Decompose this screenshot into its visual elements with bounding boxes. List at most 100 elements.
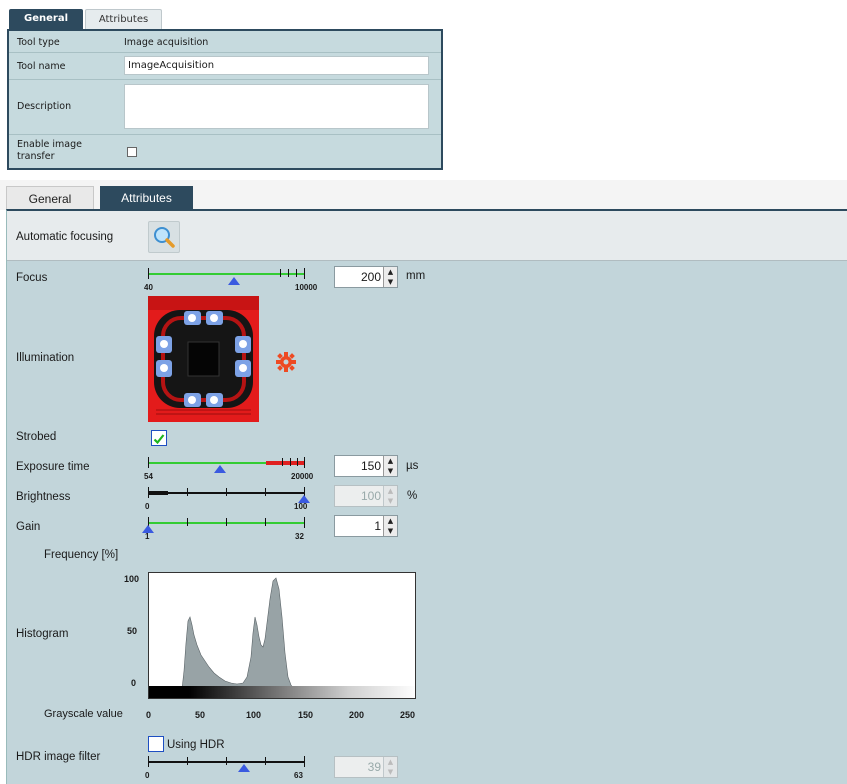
slider-tick — [187, 488, 188, 496]
slider-tick — [296, 269, 297, 277]
spin-down-icon[interactable]: ▼ — [384, 277, 397, 287]
brightness-unit: % — [407, 490, 418, 502]
hdr-spinbox: 39 ▲ ▼ — [334, 756, 398, 778]
slider-tick — [148, 756, 149, 767]
grayscale-gradient-bar — [149, 686, 415, 698]
tab-attributes[interactable]: Attributes — [100, 186, 193, 210]
hdr-spin-arrows: ▲ ▼ — [383, 757, 397, 777]
gain-label: Gain — [16, 521, 41, 533]
spin-down-icon: ▼ — [387, 768, 394, 776]
slider-tick — [280, 269, 281, 277]
illumination-settings-button[interactable] — [275, 351, 297, 373]
histogram-x-tick: 150 — [298, 710, 314, 720]
histogram-y-title: Frequency [%] — [44, 549, 119, 561]
focus-spin-arrows[interactable]: ▲ ▼ — [383, 267, 397, 287]
hdr-max-label: 63 — [294, 771, 303, 780]
focus-value: 200 — [360, 270, 381, 284]
magnifier-icon — [154, 227, 175, 248]
tab-general[interactable]: General — [6, 186, 94, 210]
slider-tick — [265, 518, 266, 526]
gear-icon — [276, 352, 296, 372]
focus-label: Focus — [16, 272, 48, 284]
histogram-x-tick: 0 — [146, 710, 152, 720]
brightness-spin-arrows: ▲ ▼ — [383, 486, 397, 506]
strobed-label: Strobed — [16, 431, 57, 443]
attributes-form: Automatic focusing Focus 40 10000 200 ▲ … — [6, 209, 847, 784]
brightness-max-label: 100 — [294, 502, 308, 511]
gain-min-label: 1 — [145, 532, 150, 541]
exposure-unit: µs — [406, 460, 419, 472]
brightness-label: Brightness — [16, 491, 71, 503]
enable-transfer-label-line2: transfer — [17, 151, 55, 162]
hdr-min-label: 0 — [145, 771, 150, 780]
spin-down-icon: ▼ — [387, 497, 394, 505]
enable-transfer-checkbox[interactable] — [127, 147, 137, 157]
camera-illumination-image[interactable] — [148, 296, 259, 422]
brightness-spinbox: 100 ▲ ▼ — [334, 485, 398, 507]
exposure-value: 150 — [360, 459, 381, 473]
general-form: Tool type Image acquisition Tool name Im… — [7, 29, 443, 170]
using-hdr-label: Using HDR — [167, 739, 225, 751]
histogram-y-tick: 100 — [124, 574, 140, 584]
focus-spinbox[interactable]: 200 ▲ ▼ — [334, 266, 398, 288]
histogram-x-tick: 50 — [195, 710, 206, 720]
tab-attributes[interactable]: Attributes — [85, 9, 162, 29]
enable-transfer-label: Enable image transfer — [17, 139, 82, 163]
gain-spin-arrows[interactable]: ▲ ▼ — [383, 516, 397, 536]
exposure-max-label: 20000 — [291, 472, 314, 481]
tool-name-input[interactable]: ImageAcquisition — [124, 56, 429, 75]
histogram-y-tick: 0 — [131, 678, 137, 688]
automatic-focusing-label: Automatic focusing — [16, 231, 114, 243]
exposure-slider-thumb[interactable] — [214, 465, 226, 473]
focus-max-label: 10000 — [295, 283, 318, 292]
slider-tick — [148, 268, 149, 279]
general-panel: General Attributes Tool type Image acqui… — [0, 0, 446, 173]
slider-tick — [304, 457, 305, 468]
using-hdr-checkbox[interactable] — [148, 736, 164, 752]
focus-min-label: 40 — [144, 283, 153, 292]
slider-tick — [187, 757, 188, 765]
spin-up-icon[interactable]: ▲ — [384, 456, 397, 466]
slider-tick — [297, 458, 298, 466]
exposure-label: Exposure time — [16, 461, 90, 473]
focus-unit: mm — [406, 270, 426, 282]
histogram-y-tick: 50 — [127, 626, 138, 636]
slider-tick — [265, 488, 266, 496]
illumination-label: Illumination — [16, 352, 75, 364]
camera-leds-icon — [148, 296, 259, 422]
strobed-checkbox[interactable] — [151, 430, 167, 446]
divider — [9, 52, 441, 53]
spin-up-icon[interactable]: ▲ — [384, 267, 397, 277]
automatic-focusing-button[interactable] — [148, 221, 180, 253]
hdr-value: 39 — [367, 760, 381, 774]
exposure-spin-arrows[interactable]: ▲ ▼ — [383, 456, 397, 476]
histogram-x-tick: 100 — [246, 710, 262, 720]
spin-down-icon[interactable]: ▼ — [384, 466, 397, 476]
enable-transfer-label-line1: Enable image — [17, 139, 82, 150]
hdr-slider-thumb[interactable] — [238, 764, 250, 772]
brightness-value: 100 — [360, 489, 381, 503]
gain-spinbox[interactable]: 1 ▲ ▼ — [334, 515, 398, 537]
gain-max-label: 32 — [295, 532, 304, 541]
slider-tick — [304, 756, 305, 767]
description-input[interactable] — [124, 84, 429, 129]
tool-type-value: Image acquisition — [124, 37, 209, 48]
spin-down-icon[interactable]: ▼ — [384, 526, 397, 536]
divider — [9, 79, 441, 80]
slider-tick — [148, 457, 149, 468]
histogram-plot — [181, 577, 295, 690]
attributes-panel: General Attributes Automatic focusing Fo… — [0, 180, 847, 784]
description-label: Description — [17, 101, 72, 112]
exposure-spinbox[interactable]: 150 ▲ ▼ — [334, 455, 398, 477]
exposure-min-label: 54 — [144, 472, 153, 481]
histogram-label: Histogram — [16, 628, 69, 640]
spin-up-icon: ▲ — [387, 487, 394, 495]
focus-slider-thumb[interactable] — [228, 277, 240, 285]
spin-up-icon[interactable]: ▲ — [384, 516, 397, 526]
tab-bar: General Attributes — [0, 180, 847, 210]
tab-general[interactable]: General — [9, 9, 83, 29]
slider-tick — [187, 518, 188, 526]
slider-tick — [290, 458, 291, 466]
brightness-min-label: 0 — [145, 502, 150, 511]
exposure-slider-red-zone — [266, 461, 304, 465]
